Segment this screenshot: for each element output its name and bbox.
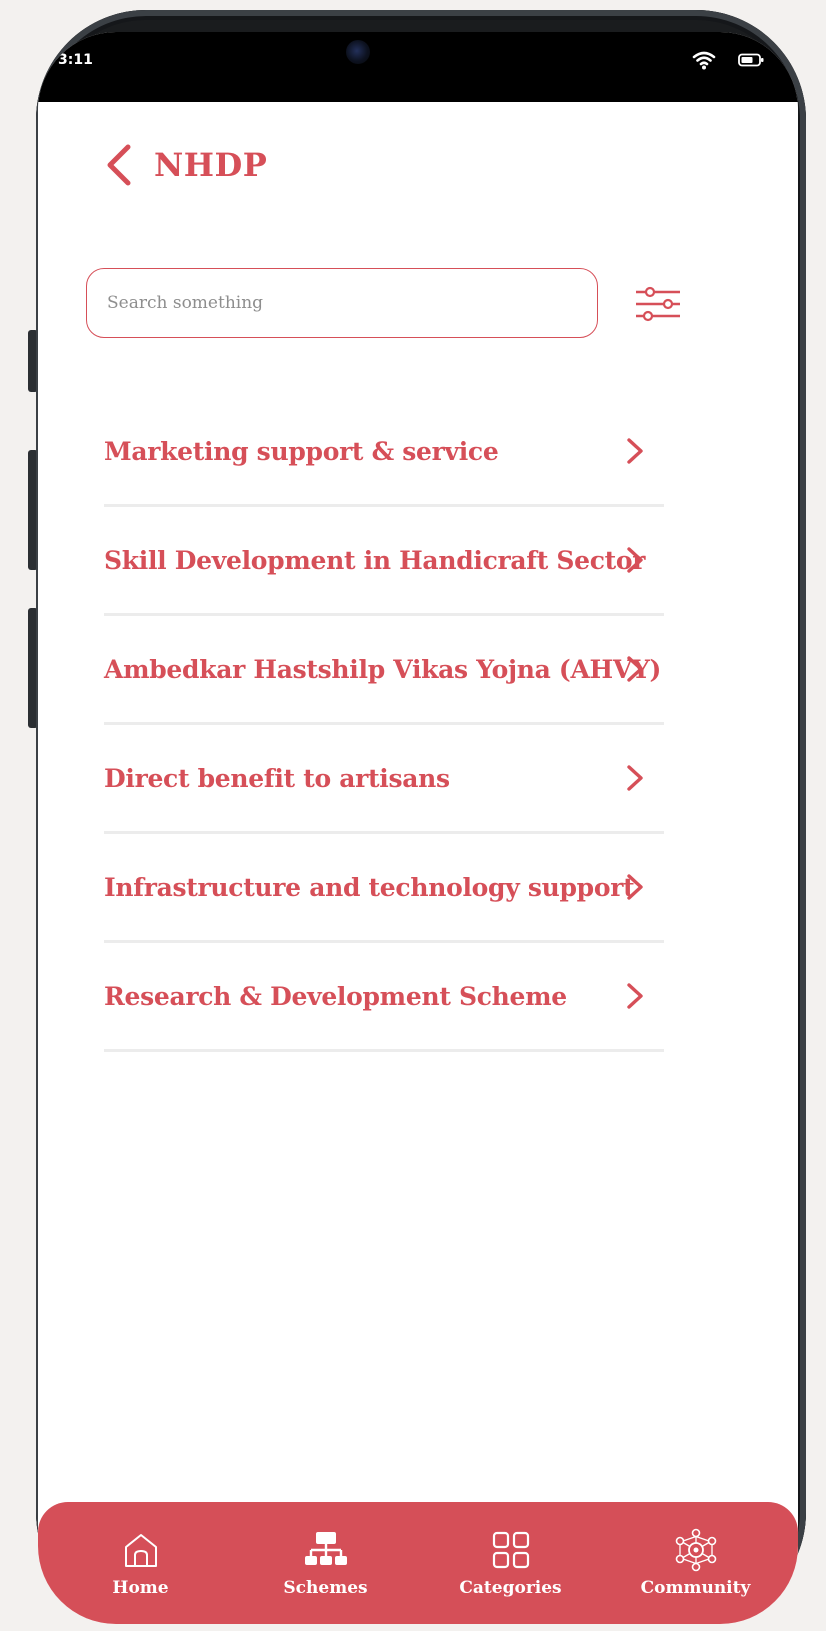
scheme-item-label: Skill Development in Handicraft Sector	[104, 545, 646, 575]
scheme-list: Marketing support & service Skill Develo…	[104, 398, 664, 1052]
chevron-left-icon	[107, 144, 131, 186]
header: NHDP	[100, 142, 267, 188]
app-page: 3:11 NHDP Search something Marketing sup…	[0, 0, 826, 1631]
status-time: 3:11	[58, 52, 93, 68]
chevron-right-icon	[627, 438, 643, 464]
chevron-right-icon	[627, 547, 643, 573]
chevron-right-icon	[627, 656, 643, 682]
chevron-right-icon	[627, 874, 643, 900]
scheme-item-infrastructure[interactable]: Infrastructure and technology support	[104, 834, 664, 943]
wifi-icon	[692, 51, 716, 70]
nav-community[interactable]: Community	[616, 1528, 776, 1598]
nav-label: Home	[112, 1578, 169, 1598]
scheme-item-marketing-support[interactable]: Marketing support & service	[104, 398, 664, 507]
phone-screen: 3:11 NHDP Search something Marketing sup…	[38, 32, 798, 1624]
sliders-icon	[636, 286, 680, 322]
scheme-item-label: Research & Development Scheme	[104, 981, 567, 1011]
status-bar: 3:11	[38, 32, 798, 102]
scheme-item-ahvy[interactable]: Ambedkar Hastshilp Vikas Yojna (AHVY)	[104, 616, 664, 725]
battery-icon	[738, 53, 764, 67]
search-input[interactable]	[87, 293, 597, 313]
main-content: NHDP Marketing support & service	[38, 102, 798, 1624]
camera-icon	[346, 40, 370, 64]
network-icon	[675, 1528, 716, 1572]
chevron-right-icon	[627, 983, 643, 1009]
back-button[interactable]	[100, 142, 136, 188]
chevron-right-icon	[627, 765, 643, 791]
search-box	[86, 268, 598, 338]
bottom-nav: Home Schemes Categories Community	[38, 1502, 798, 1624]
scheme-item-research-development[interactable]: Research & Development Scheme	[104, 943, 664, 1052]
scheme-item-direct-benefit[interactable]: Direct benefit to artisans	[104, 725, 664, 834]
scheme-item-label: Direct benefit to artisans	[104, 763, 450, 793]
home-icon	[124, 1534, 157, 1567]
nav-label: Schemes	[283, 1578, 368, 1598]
filter-button[interactable]	[634, 282, 682, 326]
page-title: NHDP	[154, 146, 268, 184]
nav-label: Community	[640, 1578, 751, 1598]
status-icons	[692, 50, 764, 70]
scheme-item-label: Marketing support & service	[104, 436, 499, 466]
nav-schemes[interactable]: Schemes	[246, 1528, 406, 1598]
hierarchy-icon	[304, 1532, 347, 1565]
nav-home[interactable]: Home	[61, 1528, 221, 1598]
nav-categories[interactable]: Categories	[431, 1528, 591, 1598]
nav-label: Categories	[459, 1578, 562, 1598]
scheme-item-label: Infrastructure and technology support	[104, 872, 635, 902]
scheme-item-skill-development[interactable]: Skill Development in Handicraft Sector	[104, 507, 664, 616]
grid-icon	[492, 1531, 529, 1569]
notch	[288, 32, 600, 102]
scheme-item-label: Ambedkar Hastshilp Vikas Yojna (AHVY)	[104, 654, 662, 684]
